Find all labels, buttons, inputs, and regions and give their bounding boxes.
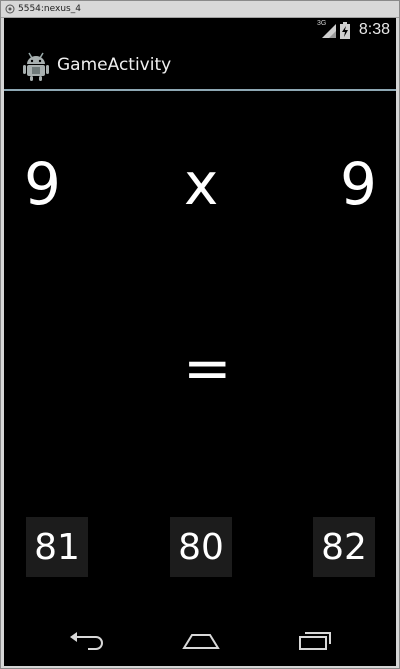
status-bar: 3G 8:38 xyxy=(4,18,396,43)
action-bar: GameActivity xyxy=(4,43,396,91)
equals-sign: = xyxy=(183,334,232,402)
home-icon[interactable] xyxy=(176,626,226,656)
answer-button-3[interactable]: 82 xyxy=(313,517,375,577)
signal-icon xyxy=(322,24,336,43)
activity-title: GameActivity xyxy=(57,55,172,75)
navigation-bar xyxy=(4,618,396,666)
emulator-icon xyxy=(5,4,15,14)
battery-icon xyxy=(340,22,350,44)
left-operand: 9 xyxy=(24,150,61,218)
status-clock: 8:38 xyxy=(358,21,390,38)
answer-button-2[interactable]: 80 xyxy=(170,517,232,577)
recent-apps-icon[interactable] xyxy=(292,626,342,656)
operator: x xyxy=(184,150,219,218)
device-screen: 3G 8:38 GameActivity 9 x 9 = 81 80 82 xyxy=(4,18,396,666)
answer-button-1[interactable]: 81 xyxy=(26,517,88,577)
window-titlebar: 5554:nexus_4 xyxy=(1,1,399,18)
right-operand: 9 xyxy=(340,150,377,218)
window-title: 5554:nexus_4 xyxy=(18,4,81,14)
android-icon xyxy=(21,50,51,86)
back-icon[interactable] xyxy=(62,626,112,656)
emulator-window: 5554:nexus_4 3G 8:38 GameActivity 9 x 9 … xyxy=(0,0,400,669)
